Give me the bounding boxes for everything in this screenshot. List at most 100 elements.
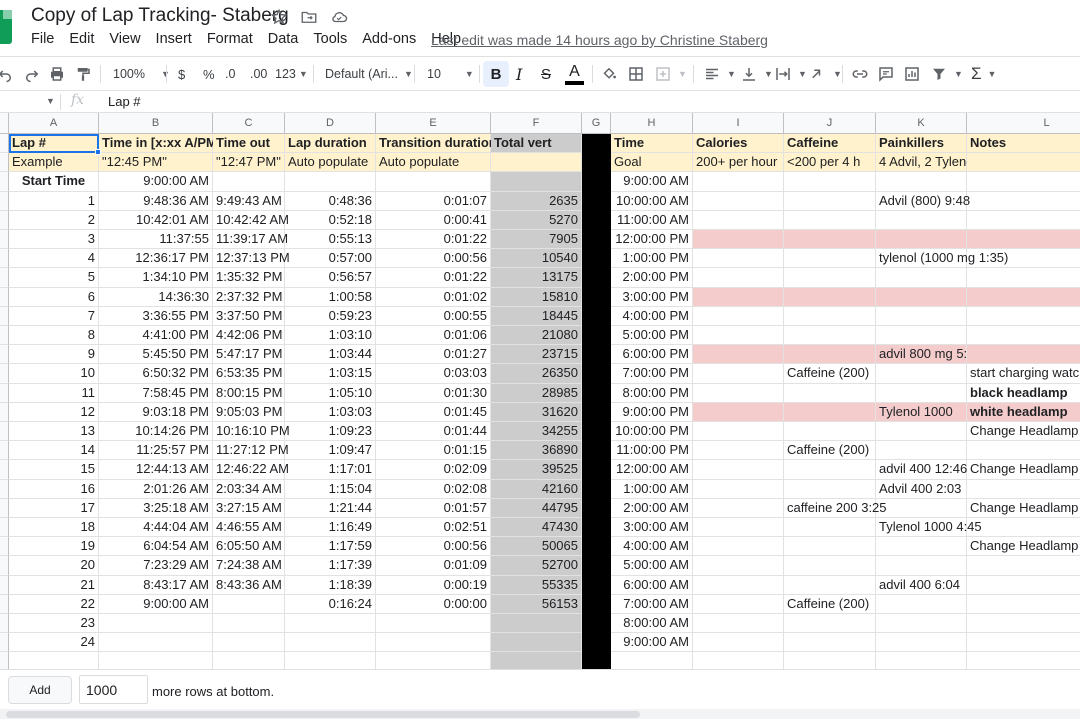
row-header[interactable] [0, 306, 9, 326]
cell-d[interactable]: 1:00:58 [285, 287, 376, 307]
cell-h[interactable]: 4:00:00 PM [611, 306, 693, 326]
cell-d[interactable]: 1:16:49 [285, 518, 376, 538]
cell-d[interactable]: 1:09:23 [285, 422, 376, 442]
cell-f[interactable] [491, 172, 582, 192]
cell-h[interactable]: Time [611, 134, 693, 154]
cell-a[interactable]: 23 [9, 614, 99, 634]
cell-e[interactable]: 0:02:09 [376, 460, 491, 480]
cell-b[interactable]: 7:23:29 AM [99, 556, 213, 576]
cell-c[interactable]: 7:24:38 AM [213, 556, 285, 576]
cell-j[interactable] [784, 575, 876, 595]
cell-l[interactable]: Change Headlamp [967, 499, 1080, 518]
cell-h[interactable]: 3:00:00 AM [611, 518, 693, 538]
cell-j[interactable] [784, 479, 876, 499]
cell-a[interactable]: 4 [9, 249, 99, 269]
cell-f[interactable]: 47430 [491, 518, 582, 538]
cell-j[interactable] [784, 306, 876, 326]
cell-l[interactable]: start charging watch; [967, 364, 1080, 384]
cell-i[interactable] [693, 441, 784, 461]
cell-f[interactable]: 13175 [491, 268, 582, 288]
cell-g[interactable] [582, 479, 611, 499]
cell-g[interactable] [582, 172, 611, 192]
cell-f[interactable]: 50065 [491, 537, 582, 557]
cell-d[interactable]: Lap duration [285, 134, 376, 154]
cell-b[interactable]: 9:03:18 PM [99, 402, 213, 422]
cell-g[interactable] [582, 134, 611, 154]
cell-h[interactable]: 7:00:00 AM [611, 594, 693, 614]
cell-a[interactable]: 24 [9, 633, 99, 653]
cell-b[interactable]: 5:45:50 PM [99, 345, 213, 365]
cell-g[interactable] [582, 268, 611, 288]
cell-f[interactable]: Total vert [491, 134, 582, 154]
star-icon[interactable] [270, 8, 288, 26]
cell-h[interactable]: 11:00:00 AM [611, 210, 693, 230]
cell-d[interactable]: 0:59:23 [285, 306, 376, 326]
fill-handle[interactable] [95, 149, 101, 156]
column-header-j[interactable]: J [784, 113, 876, 134]
cell-k[interactable]: Tylenol 1000 4:45 [876, 518, 982, 538]
cell-b[interactable]: 2:01:26 AM [99, 479, 213, 499]
cell-i[interactable] [693, 498, 784, 518]
cell-j[interactable] [784, 326, 876, 346]
cell-g[interactable] [582, 249, 611, 269]
row-header[interactable] [0, 460, 9, 480]
cell-d[interactable]: 1:17:59 [285, 537, 376, 557]
cell-i[interactable]: 200+ per hour [693, 153, 784, 173]
cell-l[interactable] [967, 326, 1080, 346]
cell-c[interactable]: 2:37:32 PM [213, 287, 285, 307]
cell-h[interactable]: 8:00:00 PM [611, 383, 693, 403]
name-box-chevron-down-icon[interactable]: ▼ [46, 96, 55, 106]
cell-l[interactable] [967, 249, 1080, 269]
cell-f[interactable]: 36890 [491, 441, 582, 461]
more-formats-select[interactable]: 123 ▼ [275, 57, 308, 91]
cell-i[interactable] [693, 460, 784, 480]
cell-f[interactable] [491, 633, 582, 653]
cell-h[interactable]: 10:00:00 AM [611, 191, 693, 211]
cell-c[interactable] [213, 614, 285, 634]
cell-g[interactable] [582, 345, 611, 365]
cell-h[interactable]: 8:00:00 AM [611, 614, 693, 634]
cell-k[interactable] [876, 326, 967, 346]
filter-icon[interactable]: ▼ [930, 57, 963, 91]
cell-k[interactable]: advil 400 6:04 [876, 575, 967, 595]
cell-f[interactable]: 2635 [491, 191, 582, 211]
cell-k[interactable]: Tylenol 1000 [876, 402, 967, 422]
row-header[interactable] [0, 479, 9, 499]
cell-i[interactable]: Calories [693, 134, 784, 154]
fill-color-icon[interactable] [600, 57, 618, 91]
menu-format[interactable]: Format [207, 31, 253, 47]
cell-j[interactable]: Caffeine (200) [784, 594, 876, 614]
cell-e[interactable]: 0:01:44 [376, 422, 491, 442]
cell-l[interactable]: Notes [967, 134, 1080, 154]
cell-l[interactable]: Change Headlamp [967, 422, 1080, 442]
menu-tools[interactable]: Tools [313, 31, 347, 47]
cell-l[interactable]: black headlamp [967, 384, 1080, 403]
cell-b[interactable]: 4:44:04 AM [99, 518, 213, 538]
cell-f[interactable]: 34255 [491, 422, 582, 442]
column-header-k[interactable]: K [876, 113, 967, 134]
redo-icon[interactable] [23, 57, 41, 91]
cell-l[interactable] [967, 172, 1080, 192]
row-header[interactable] [0, 402, 9, 422]
text-color-button[interactable]: A [565, 57, 584, 91]
cell-g[interactable] [582, 153, 611, 173]
row-header[interactable] [0, 614, 9, 634]
cell-l[interactable] [967, 307, 1080, 326]
cell-b[interactable]: 7:58:45 PM [99, 383, 213, 403]
cell-d[interactable]: 1:15:04 [285, 479, 376, 499]
cell-k[interactable] [876, 594, 967, 614]
borders-icon[interactable] [627, 57, 645, 91]
cell-b[interactable]: 3:36:55 PM [99, 306, 213, 326]
cloud-status-icon[interactable] [330, 8, 348, 26]
cell-k[interactable]: advil 400 12:46 [876, 460, 967, 480]
cell-h[interactable]: 6:00:00 AM [611, 575, 693, 595]
cell-d[interactable]: 1:17:39 [285, 556, 376, 576]
cell-l[interactable]: Change Headlamp [967, 460, 1080, 480]
cell-j[interactable]: Caffeine (200) [784, 441, 876, 461]
cell-e[interactable]: 0:01:45 [376, 402, 491, 422]
cell-b[interactable]: 12:36:17 PM [99, 249, 213, 269]
cell-f[interactable]: 18445 [491, 306, 582, 326]
cell-k[interactable] [876, 287, 967, 307]
cell-b[interactable]: Time in [x:xx A/PM] [99, 134, 221, 154]
cell-g[interactable] [582, 306, 611, 326]
